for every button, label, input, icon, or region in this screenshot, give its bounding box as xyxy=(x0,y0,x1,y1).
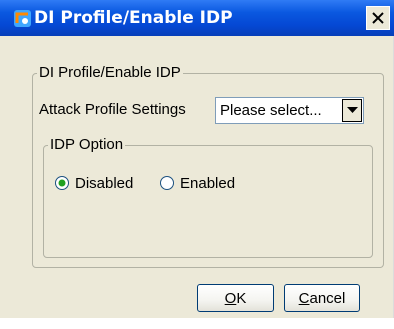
cancel-label: ancel xyxy=(309,290,346,307)
ok-button[interactable]: OK xyxy=(197,284,274,312)
radio-enabled[interactable] xyxy=(160,176,174,190)
dialog-window: DI Profile/Enable IDP DI Profile/Enable … xyxy=(0,0,394,318)
cancel-button[interactable]: Cancel xyxy=(284,284,360,312)
dropdown-button[interactable] xyxy=(342,99,362,122)
radio-enabled-label[interactable]: Enabled xyxy=(180,175,235,192)
idp-option-legend: IDP Option xyxy=(48,136,126,153)
attack-profile-select[interactable]: Please select... xyxy=(215,97,364,124)
radio-disabled-label[interactable]: Disabled xyxy=(75,175,133,192)
ok-label: K xyxy=(236,290,247,307)
window-title: DI Profile/Enable IDP xyxy=(34,8,233,28)
app-icon xyxy=(14,10,31,27)
idp-option-groupbox xyxy=(43,145,373,258)
attack-profile-label: Attack Profile Settings xyxy=(39,101,186,118)
title-bar[interactable]: DI Profile/Enable IDP xyxy=(0,0,394,36)
main-group-legend: DI Profile/Enable IDP xyxy=(37,64,183,81)
radio-disabled[interactable] xyxy=(55,176,69,190)
close-button[interactable] xyxy=(366,6,390,30)
attack-profile-value: Please select... xyxy=(220,102,322,119)
close-icon xyxy=(372,12,384,24)
ok-mnemonic: O xyxy=(224,290,237,307)
chevron-down-icon xyxy=(347,107,358,113)
cancel-mnemonic: C xyxy=(298,290,310,307)
